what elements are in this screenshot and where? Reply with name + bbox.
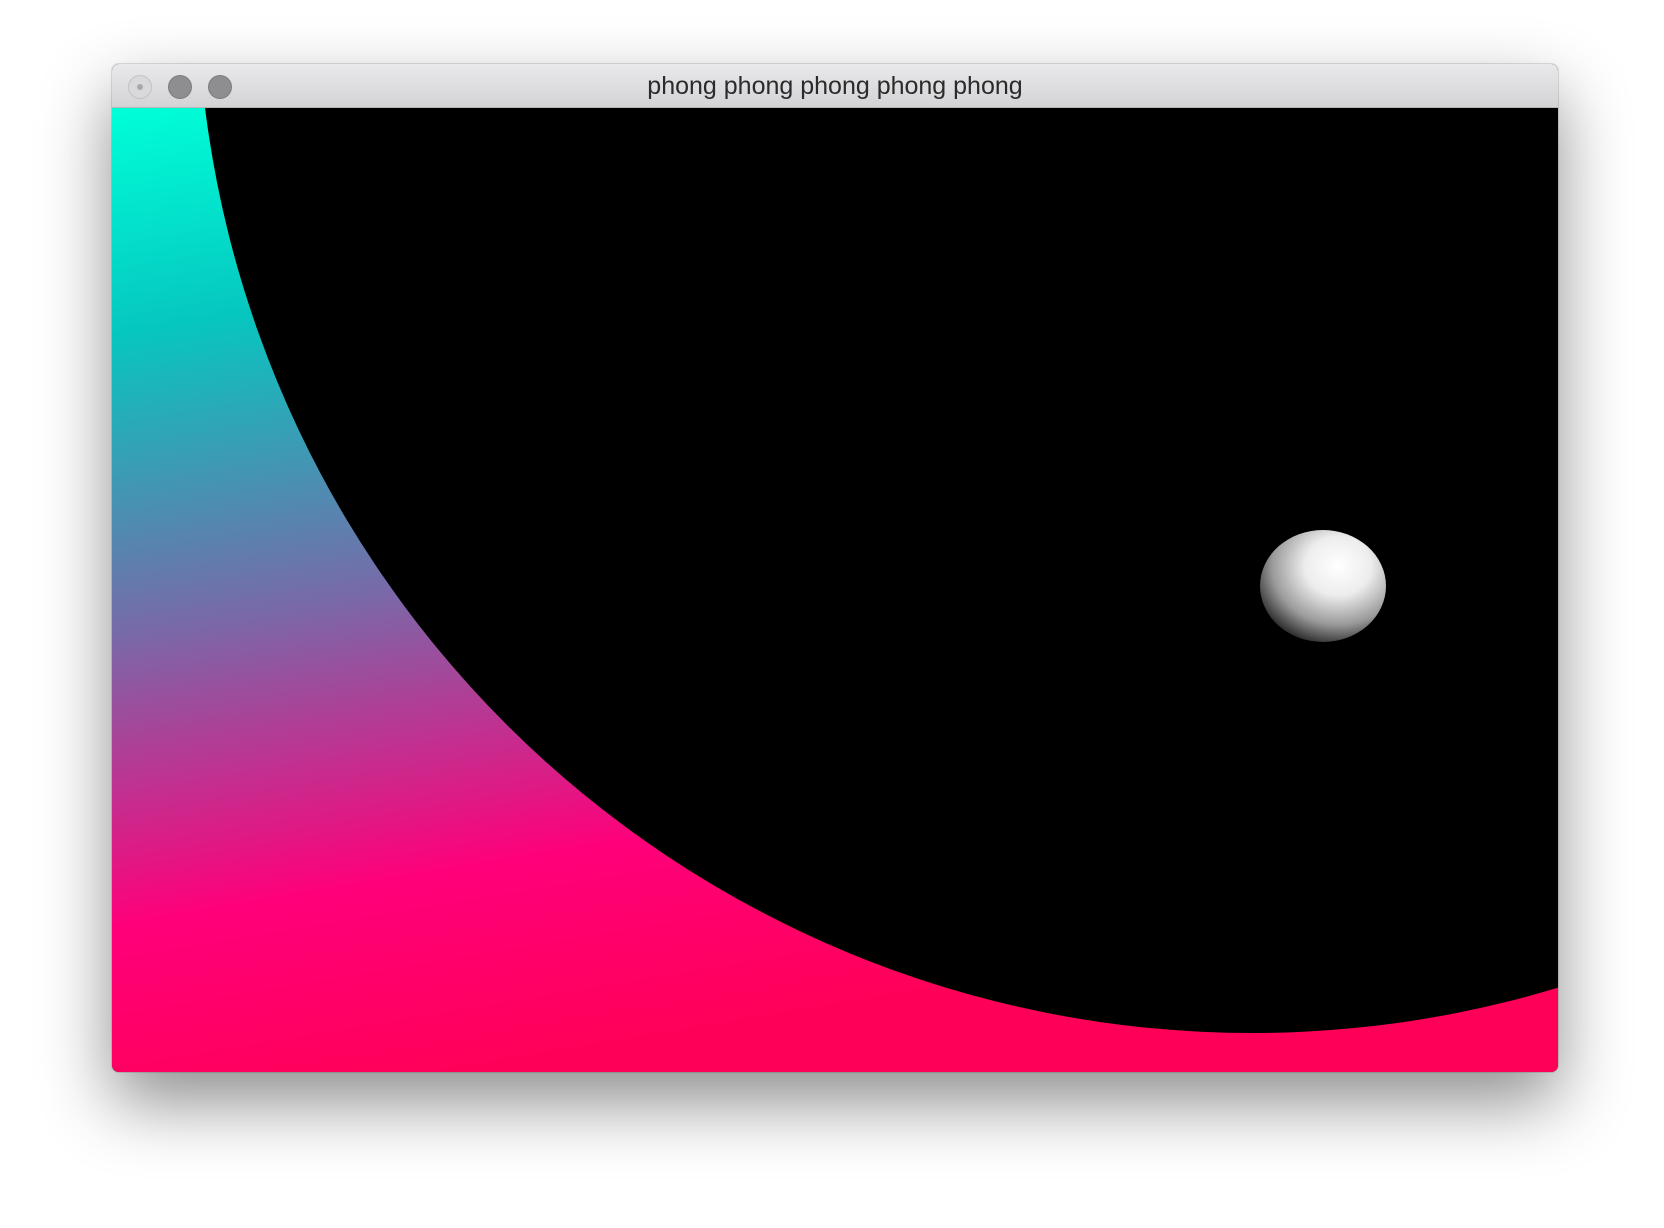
render-viewport xyxy=(112,108,1558,1072)
scene-canvas xyxy=(112,108,1558,1072)
app-window: phong phong phong phong phong xyxy=(112,64,1558,1072)
window-title: phong phong phong phong phong xyxy=(647,72,1023,100)
title-bar[interactable]: phong phong phong phong phong xyxy=(112,64,1558,108)
small-white-sphere xyxy=(1260,530,1386,642)
